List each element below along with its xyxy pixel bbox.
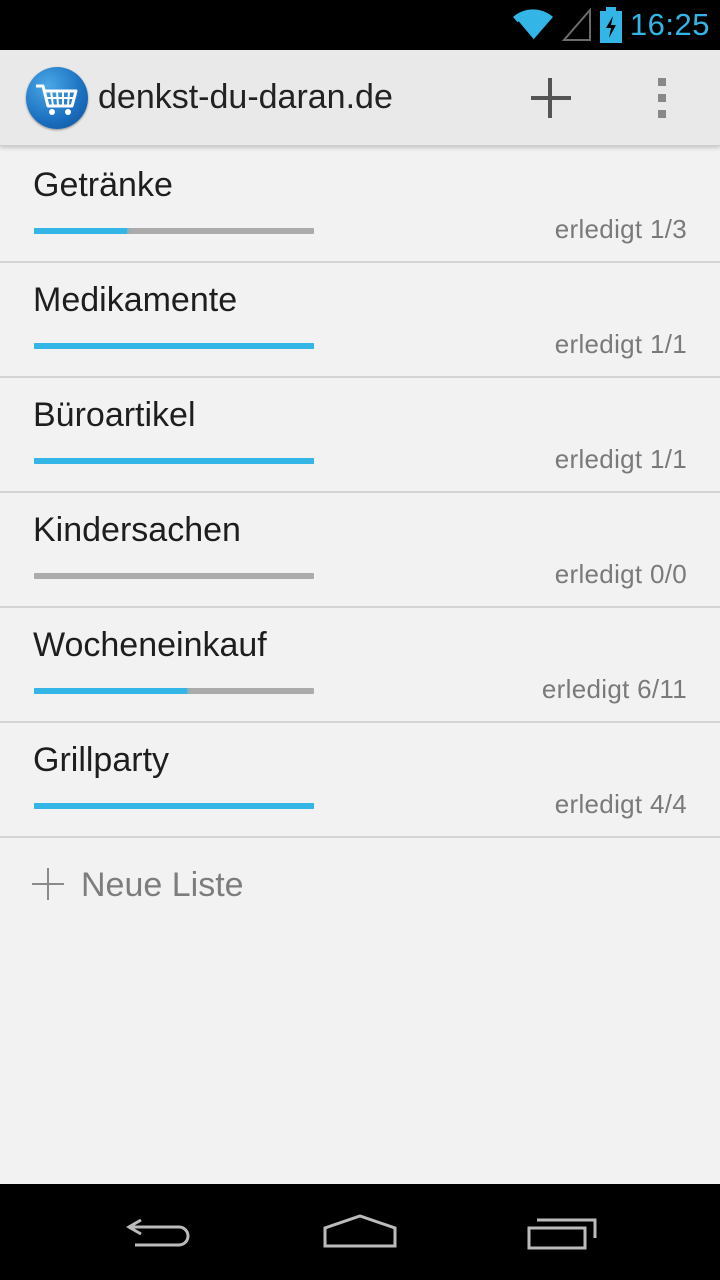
home-button[interactable]	[315, 1204, 405, 1260]
home-icon	[323, 1214, 397, 1248]
back-icon	[126, 1218, 190, 1247]
progress-bar	[34, 688, 314, 694]
progress-bar	[34, 573, 314, 579]
status-clock: 16:25	[629, 7, 710, 42]
list-name: Büroartikel	[33, 396, 196, 434]
app-title: denkst-du-daran.de	[98, 78, 393, 116]
list-status: erledigt 6/11	[541, 674, 687, 704]
shopping-cart-icon	[36, 84, 78, 115]
list-status: erledigt 1/1	[554, 329, 687, 359]
back-button[interactable]	[115, 1204, 205, 1260]
progress-bar	[34, 803, 314, 809]
add-list-button[interactable]	[520, 68, 582, 130]
status-bar: 16:25	[0, 0, 720, 50]
list-status: erledigt 4/4	[554, 789, 687, 819]
list-status: erledigt 1/3	[554, 214, 687, 244]
action-bar: denkst-du-daran.de	[0, 50, 720, 146]
plus-icon	[32, 868, 64, 900]
list-item[interactable]: Büroartikel erledigt 1/1	[0, 378, 720, 493]
battery-charging-icon	[599, 7, 622, 43]
list-status: erledigt 1/1	[554, 444, 687, 474]
recent-apps-icon	[527, 1218, 597, 1250]
list-name: Kindersachen	[33, 511, 241, 549]
status-icons: 16:25	[512, 0, 710, 50]
list-name: Wocheneinkauf	[33, 626, 267, 664]
progress-fill	[34, 803, 314, 809]
list-item[interactable]: Wocheneinkauf erledigt 6/11	[0, 608, 720, 723]
list-item[interactable]: Medikamente erledigt 1/1	[0, 263, 720, 378]
progress-fill	[34, 228, 128, 234]
navigation-bar	[0, 1184, 720, 1280]
recent-apps-button[interactable]	[517, 1204, 607, 1260]
progress-bar	[34, 228, 314, 234]
list-item[interactable]: Kindersachen erledigt 0/0	[0, 493, 720, 608]
signal-icon	[561, 8, 591, 41]
shopping-lists: Getränke erledigt 1/3 Medikamente erledi…	[0, 148, 720, 838]
list-name: Grillparty	[33, 741, 170, 779]
progress-fill	[34, 343, 314, 349]
progress-fill	[34, 688, 187, 694]
new-list-label: Neue Liste	[81, 866, 244, 904]
overflow-menu-button[interactable]	[640, 68, 686, 130]
list-name: Medikamente	[33, 281, 238, 319]
progress-bar	[34, 458, 314, 464]
list-name: Getränke	[33, 166, 173, 204]
add-icon	[531, 78, 571, 118]
list-item[interactable]: Grillparty erledigt 4/4	[0, 723, 720, 838]
progress-fill	[34, 458, 314, 464]
overflow-menu-icon	[658, 78, 666, 118]
wifi-icon	[512, 9, 553, 41]
progress-bar	[34, 343, 314, 349]
app-logo[interactable]	[26, 67, 88, 129]
new-list-button[interactable]: Neue Liste	[0, 838, 720, 934]
list-status: erledigt 0/0	[554, 559, 687, 589]
list-item[interactable]: Getränke erledigt 1/3	[0, 148, 720, 263]
